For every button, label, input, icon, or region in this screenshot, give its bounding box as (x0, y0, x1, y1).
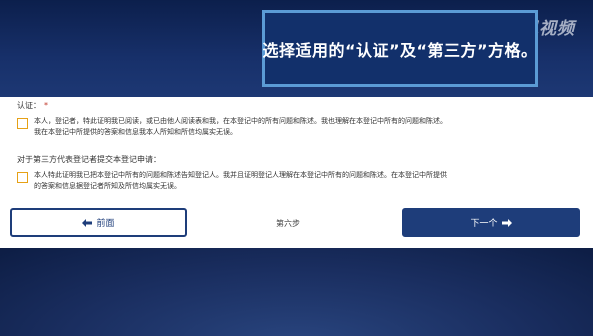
certification-checkbox[interactable] (17, 118, 28, 129)
required-mark: * (44, 101, 48, 110)
certification-statement-line1: 本人，登记者，特此证明我已阅读，或已由他人阅读表和我，在本登记中的所有问题和陈述… (34, 117, 447, 125)
next-button-label: 下一个 (470, 219, 498, 229)
caption-text: 选择适用的“认证”及“第三方”方格。 (262, 40, 538, 60)
third-party-checkbox[interactable] (17, 172, 28, 183)
bottom-background (0, 248, 593, 336)
third-party-statement: 本人特此证明我已把本登记中所有的问题和陈述告知登记人。我并且证明登记人理解在本登… (34, 170, 447, 192)
certification-statement-line2: 我在本登记中所提供的答案和信息我本人所知和所信均属实无误。 (34, 128, 237, 136)
previous-button-label: 前面 (96, 219, 115, 229)
third-party-statement-line1: 本人特此证明我已把本登记中所有的问题和陈述告知登记人。我并且证明登记人理解在本登… (34, 171, 447, 179)
certification-label-text: 认证： (17, 101, 41, 110)
certification-label: 认证： * (17, 100, 48, 111)
third-party-label: 对于第三方代表登记者提交本登记申请： (17, 155, 161, 164)
form-panel: 认证： * 本人，登记者，特此证明我已阅读，或已由他人阅读表和我，在本登记中的所有… (0, 97, 593, 248)
previous-button[interactable]: 前面 (10, 208, 187, 237)
tutorial-caption: 选择适用的“认证”及“第三方”方格。 (262, 10, 538, 87)
arrow-right-icon (501, 218, 512, 227)
next-button[interactable]: 下一个 (402, 208, 580, 237)
arrow-left-icon (82, 218, 93, 227)
certification-statement: 本人，登记者，特此证明我已阅读，或已由他人阅读表和我，在本登记中的所有问题和陈述… (34, 116, 447, 138)
third-party-statement-line2: 的答案和信息据登记者所知及所信均属实无误。 (34, 182, 181, 190)
step-indicator: 第六步 (276, 219, 300, 228)
